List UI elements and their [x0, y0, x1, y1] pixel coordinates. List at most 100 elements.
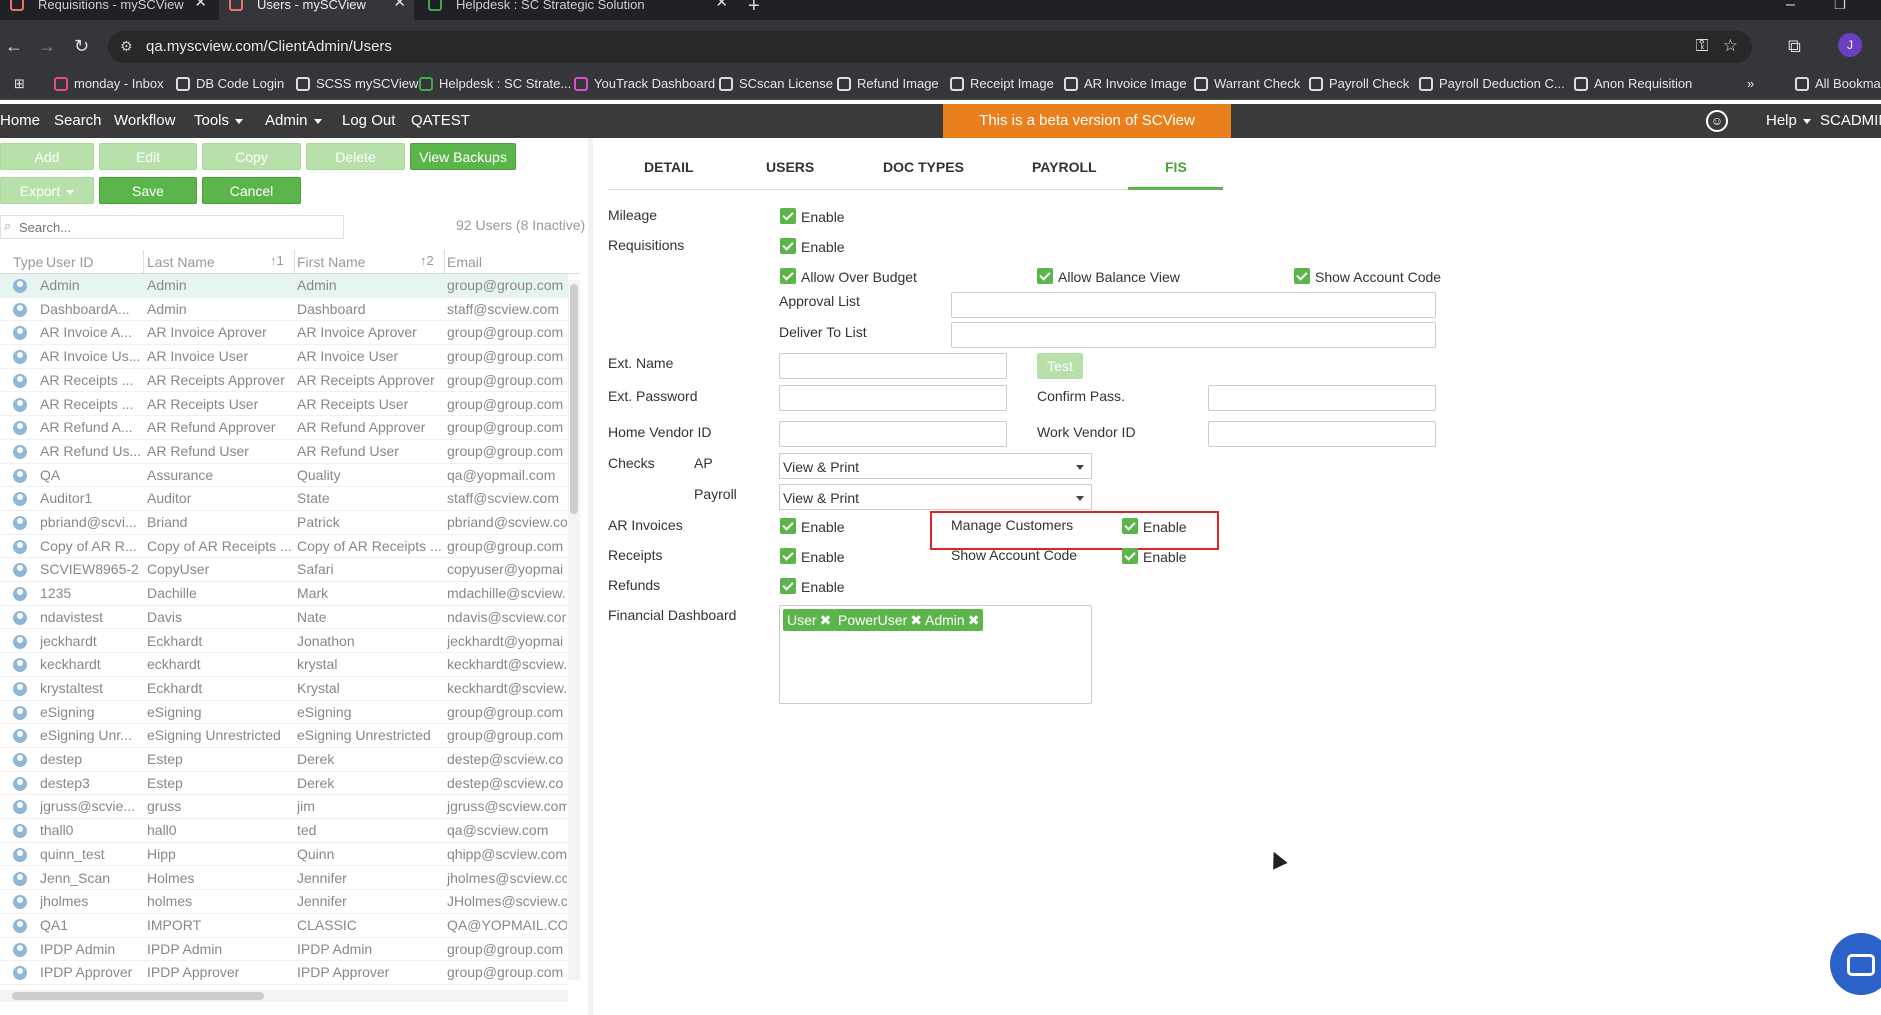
edit-button[interactable]: Edit — [99, 143, 197, 170]
close-icon[interactable]: ✕ — [715, 0, 728, 10]
requisitions-enable-checkbox[interactable] — [780, 238, 796, 254]
grid-horizontal-scrollbar[interactable] — [0, 990, 568, 1002]
view-backups-button[interactable]: View Backups — [410, 143, 516, 170]
column-last-name[interactable]: Last Name — [147, 254, 215, 270]
mileage-enable-checkbox[interactable] — [780, 208, 796, 224]
table-row[interactable]: krystaltest Eckhardt Krystal keckhardt@scvi… — [0, 677, 568, 701]
column-divider[interactable] — [444, 250, 445, 274]
bookmark-anon-requisition[interactable]: Anon Requisition — [1574, 76, 1692, 91]
column-first-name[interactable]: First Name — [297, 254, 365, 270]
account-name[interactable]: SCADMIN — [1820, 112, 1881, 129]
minimize-icon[interactable]: – — [1786, 0, 1795, 14]
tab-detail[interactable]: DETAIL — [644, 159, 694, 175]
nav-workflow[interactable]: Workflow — [114, 112, 175, 129]
bookmark-payroll-check[interactable]: Payroll Check — [1309, 76, 1409, 91]
table-row[interactable]: AR Refund Us... AR Refund User AR Refund U… — [0, 440, 568, 464]
allow-over-budget-checkbox[interactable] — [780, 268, 796, 284]
add-button[interactable]: Add — [0, 143, 94, 170]
table-row[interactable]: Copy of AR R... Copy of AR Receipts ... Co… — [0, 535, 568, 559]
table-row[interactable]: AR Receipts ... AR Receipts User AR Receip… — [0, 393, 568, 417]
table-row[interactable]: Admin Admin Admin group@group.com — [0, 274, 568, 298]
feedback-smile-icon[interactable]: ☺ — [1706, 110, 1728, 132]
nav-tools[interactable]: Tools — [194, 112, 244, 129]
table-row[interactable]: AR Receipts ... AR Receipts Approver AR Re… — [0, 369, 568, 393]
payroll-checks-select[interactable]: View & Print — [779, 484, 1092, 510]
table-row[interactable]: QA Assurance Quality qa@yopmail.com — [0, 464, 568, 488]
panel-splitter[interactable] — [588, 138, 593, 1015]
approval-list-field[interactable] — [951, 292, 1436, 318]
manage-customers-enable-checkbox[interactable] — [1122, 518, 1138, 534]
table-row[interactable]: AR Invoice Us... AR Invoice User AR Invoic… — [0, 345, 568, 369]
home-vendor-id-field[interactable] — [779, 421, 1007, 447]
user-search[interactable]: ⌕ — [0, 215, 344, 239]
apps-grid-icon[interactable]: ⊞ — [14, 76, 25, 92]
copy-button[interactable]: Copy — [202, 143, 301, 170]
table-row[interactable]: eSigning eSigning eSigning group@group.com — [0, 701, 568, 725]
forward-arrow-icon[interactable]: → — [38, 36, 56, 57]
table-row[interactable]: QA1 IMPORT CLASSIC QA@YOPMAIL.COI — [0, 914, 568, 938]
column-divider[interactable] — [294, 250, 295, 274]
table-row[interactable]: Auditor1 Auditor State staff@scview.com — [0, 487, 568, 511]
profile-avatar[interactable]: J — [1838, 33, 1862, 57]
export-button[interactable]: Export — [0, 177, 94, 204]
remove-tag-icon[interactable]: ✖ — [820, 612, 832, 628]
show-account-code-checkbox[interactable] — [1294, 268, 1310, 284]
nav-home[interactable]: Home — [0, 112, 40, 129]
bookmark-scss[interactable]: SCSS mySCView — [296, 76, 418, 91]
browser-tab-requisitions[interactable]: Requisitions - mySCView ✕ — [0, 0, 215, 20]
more-bookmarks-icon[interactable]: » — [1747, 76, 1754, 91]
remove-tag-icon[interactable]: ✖ — [968, 612, 980, 628]
tab-fis[interactable]: FIS — [1165, 159, 1187, 175]
cancel-button[interactable]: Cancel — [202, 177, 301, 204]
column-user-id[interactable]: User ID — [46, 254, 93, 270]
table-row[interactable]: IPDP Approver IPDP Approver IPDP Approver g… — [0, 961, 568, 985]
table-row[interactable]: jeckhardt Eckhardt Jonathon jeckhardt@yopma… — [0, 630, 568, 654]
ar-invoices-enable-checkbox[interactable] — [780, 518, 796, 534]
ext-name-field[interactable] — [779, 353, 1007, 379]
bookmark-youtrack[interactable]: YouTrack Dashboard — [574, 76, 715, 91]
bookmark-db-code-login[interactable]: DB Code Login — [176, 76, 284, 91]
test-button[interactable]: Test — [1037, 353, 1083, 379]
table-row[interactable]: IPDP Admin IPDP Admin IPDP Admin group@grou… — [0, 938, 568, 962]
table-row[interactable]: quinn_test Hipp Quinn qhipp@scview.com — [0, 843, 568, 867]
table-row[interactable]: ndavistest Davis Nate ndavis@scview.cor — [0, 606, 568, 630]
table-row[interactable]: thall0 hall0 ted qa@scview.com — [0, 819, 568, 843]
all-bookmarks[interactable]: All Bookmarks — [1795, 76, 1881, 91]
bookmark-warrant-check[interactable]: Warrant Check — [1194, 76, 1300, 91]
bookmark-helpdesk[interactable]: Helpdesk : SC Strate... — [419, 76, 571, 91]
table-row[interactable]: jgruss@scvie... gruss jim jgruss@scview.com — [0, 795, 568, 820]
bookmark-star-icon[interactable]: ⚿ ☆ — [1696, 36, 1738, 56]
delete-button[interactable]: Delete — [306, 143, 405, 170]
bookmark-receipt-image[interactable]: Receipt Image — [950, 76, 1054, 91]
restore-icon[interactable]: ❐ — [1834, 0, 1846, 13]
column-divider[interactable] — [143, 250, 144, 274]
search-input[interactable] — [19, 218, 339, 236]
table-row[interactable]: DashboardA... Admin Dashboard staff@scview.… — [0, 298, 568, 322]
tab-users[interactable]: USERS — [766, 159, 814, 175]
column-type[interactable]: Type — [13, 254, 43, 270]
table-row[interactable]: pbriand@scvi... Briand Patrick pbriand@scvi… — [0, 511, 568, 535]
table-row[interactable]: destep3 Estep Derek destep@scview.co — [0, 772, 568, 796]
table-row[interactable]: SCVIEW8965-2 CopyUser Safari copyuser@yopma… — [0, 558, 568, 583]
close-icon[interactable]: ✕ — [194, 0, 207, 10]
browser-tab-helpdesk[interactable]: Helpdesk : SC Strategic Solution ✕ — [418, 0, 736, 20]
save-button[interactable]: Save — [99, 177, 197, 204]
table-row[interactable]: AR Refund A... AR Refund Approver AR Refun… — [0, 416, 568, 440]
ext-password-field[interactable] — [779, 385, 1007, 411]
new-tab-plus-icon[interactable]: + — [748, 0, 760, 18]
bookmark-monday[interactable]: monday - Inbox — [54, 76, 164, 91]
table-row[interactable]: 1235 Dachille Mark mdachille@scview. — [0, 582, 568, 606]
bookmark-refund-image[interactable]: Refund Image — [837, 76, 939, 91]
tab-payroll[interactable]: PAYROLL — [1032, 159, 1097, 175]
tab-doc-types[interactable]: DOC TYPES — [883, 159, 964, 175]
refunds-enable-checkbox[interactable] — [780, 578, 796, 594]
grid-vertical-scrollbar[interactable] — [568, 280, 580, 980]
receipts-show-account-code-checkbox[interactable] — [1122, 548, 1138, 564]
bookmark-ar-invoice-image[interactable]: AR Invoice Image — [1064, 76, 1187, 91]
table-row[interactable]: keckhardt eckhardt krystal keckhardt@scview… — [0, 653, 568, 677]
tune-icon[interactable]: ⚙ — [120, 38, 133, 55]
table-row[interactable]: eSigning Unr... eSigning Unrestricted eSig… — [0, 724, 568, 748]
table-row[interactable]: Jenn_Scan Holmes Jennifer jholmes@scview.cc — [0, 867, 568, 891]
extensions-icon[interactable]: ⧉ — [1788, 36, 1801, 57]
nav-logout[interactable]: Log Out — [342, 112, 395, 129]
